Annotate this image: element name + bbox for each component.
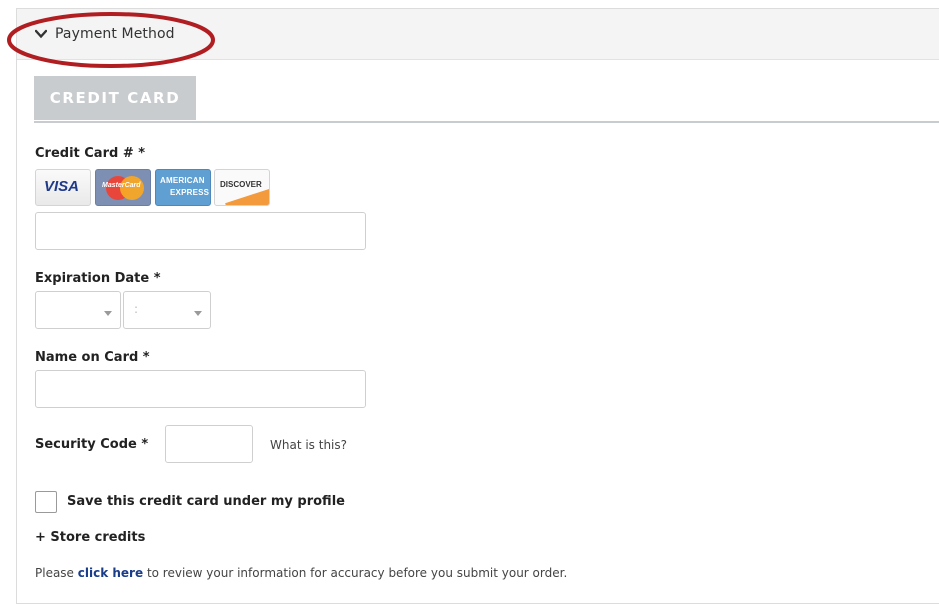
dropdown-arrow-icon — [194, 311, 202, 316]
annotation-circle — [7, 12, 215, 68]
amex-logo-line2: EXPRESS — [170, 188, 210, 197]
review-prefix: Please — [35, 566, 78, 580]
expiration-year-select[interactable]: : — [123, 291, 211, 329]
expiration-date-label: Expiration Date * — [35, 271, 161, 286]
discover-icon: DISCOVER — [214, 169, 270, 206]
save-card-checkbox[interactable] — [35, 491, 57, 513]
amex-logo-line1: AMERICAN — [160, 176, 205, 185]
visa-icon: VISA — [35, 169, 91, 206]
name-on-card-input[interactable] — [35, 370, 366, 408]
expiration-month-select[interactable] — [35, 291, 121, 329]
visa-logo-text: VISA — [44, 178, 80, 195]
save-card-label[interactable]: Save this credit card under my profile — [67, 494, 345, 509]
amex-icon: AMERICAN EXPRESS — [155, 169, 211, 206]
dropdown-arrow-icon — [104, 311, 112, 316]
review-notice: Please click here to review your informa… — [35, 566, 567, 580]
expiration-year-value: : — [134, 302, 139, 316]
store-credits-toggle[interactable]: + Store credits — [35, 530, 145, 545]
security-code-input[interactable] — [165, 425, 253, 463]
mastercard-logo-text: MasterCard — [102, 182, 141, 189]
security-code-help-link[interactable]: What is this? — [270, 438, 347, 452]
credit-card-number-input[interactable] — [35, 212, 366, 250]
credit-card-number-label: Credit Card # * — [35, 146, 146, 161]
name-on-card-label: Name on Card * — [35, 350, 150, 365]
tab-credit-card[interactable]: CREDIT CARD — [34, 76, 196, 120]
review-click-here-link[interactable]: click here — [78, 566, 143, 580]
tab-divider — [34, 121, 939, 123]
security-code-label: Security Code * — [35, 437, 149, 452]
discover-logo-text: DISCOVER — [220, 180, 262, 189]
mastercard-icon: MasterCard — [95, 169, 151, 206]
review-suffix: to review your information for accuracy … — [143, 566, 568, 580]
